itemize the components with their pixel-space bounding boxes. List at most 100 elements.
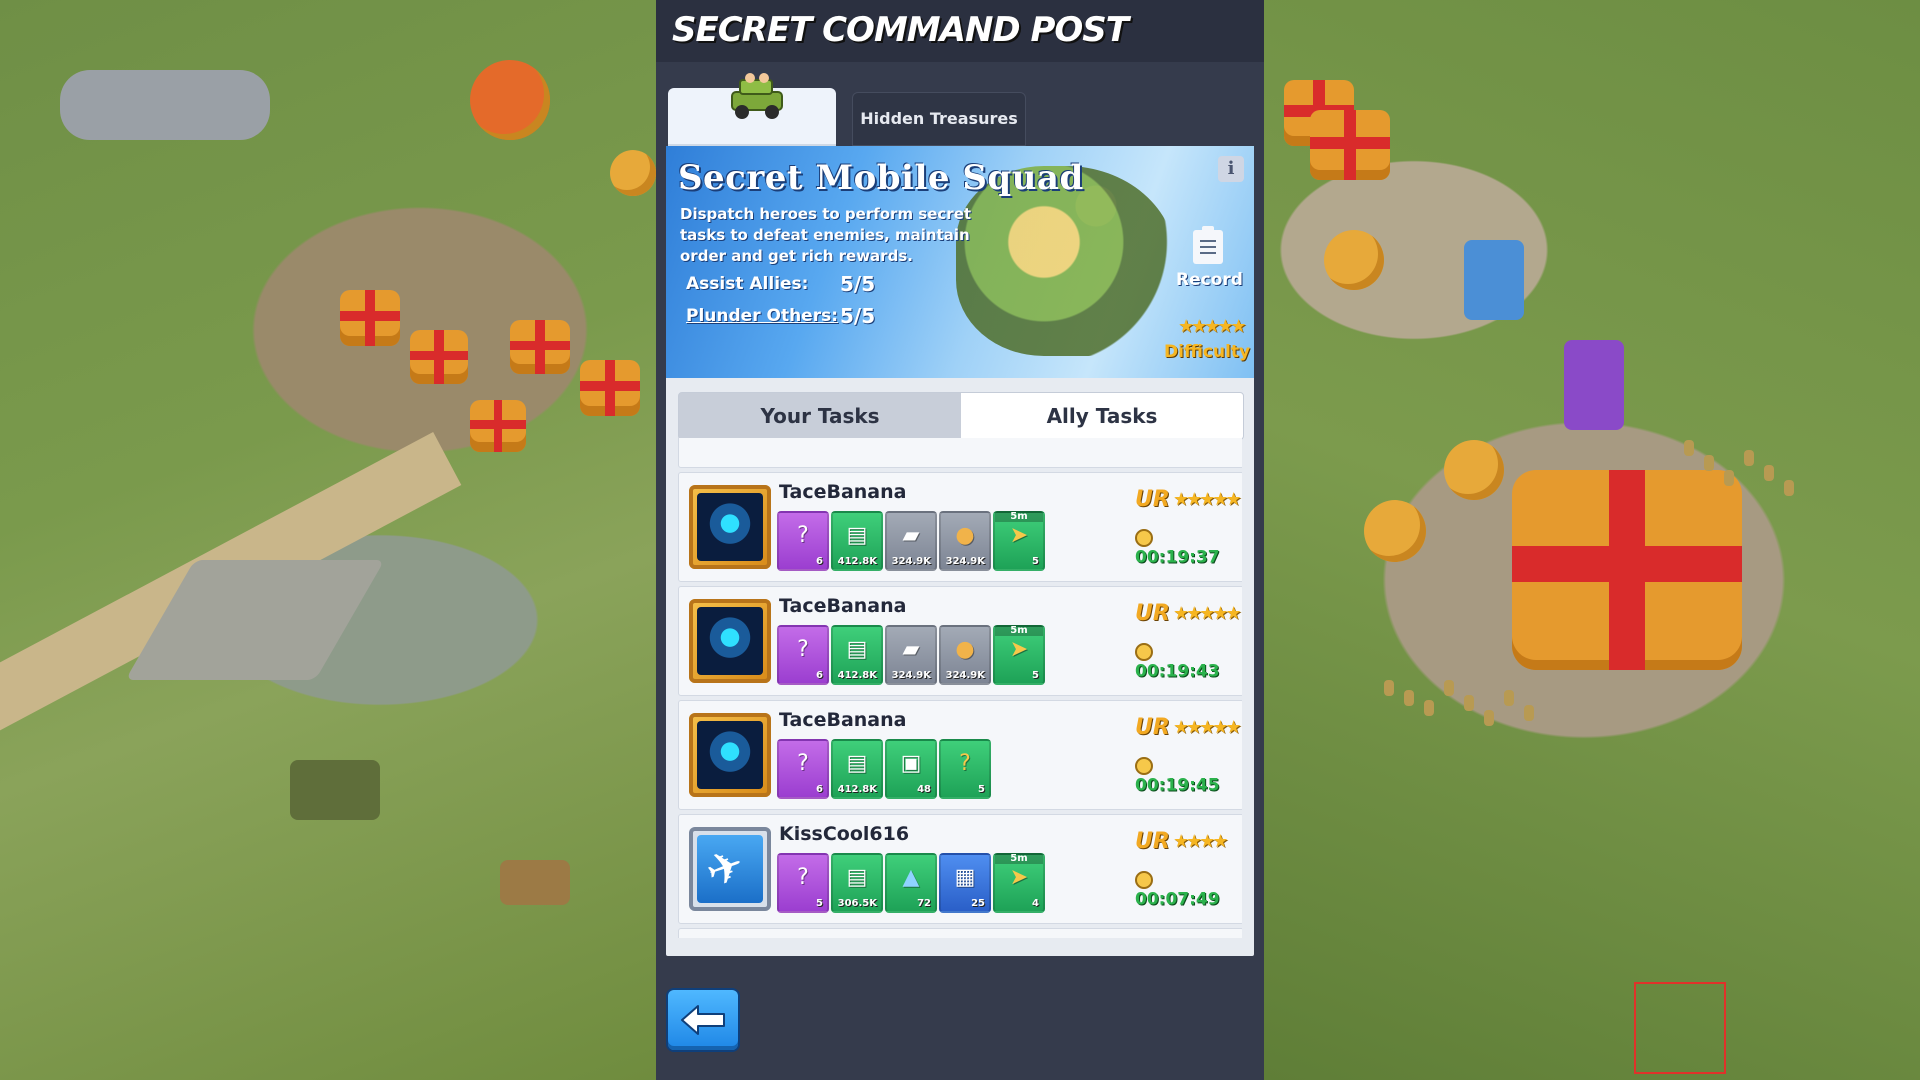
mystery-box-icon[interactable]: ? 6	[777, 625, 829, 685]
speedup-icon[interactable]: 5m ➤ 5	[993, 511, 1045, 571]
jeep-icon	[731, 73, 783, 119]
tab-hidden-treasures[interactable]: Hidden Treasures	[852, 92, 1026, 146]
info-icon[interactable]: i	[1218, 156, 1244, 182]
reward-qty: 412.8K	[837, 784, 877, 795]
task-card[interactable]: TaceBanana ? 6 ▤ 412.8K ▣ 48 ? 5 UR ★★★★★ 00…	[678, 700, 1242, 810]
reward-qty: 72	[917, 898, 931, 909]
reward-qty: 5	[978, 784, 985, 795]
difficulty-stars: ★★★★★	[1178, 316, 1247, 337]
reward-qty: 4	[1032, 898, 1039, 909]
countdown-time: 00:19:37	[1135, 547, 1220, 567]
map-selection-marker[interactable]	[1634, 982, 1726, 1074]
rank-badge: UR	[1135, 715, 1170, 740]
paper-stack-icon[interactable]: ▤ 306.5K	[831, 853, 883, 913]
clock-icon	[1135, 642, 1153, 661]
game-world-left	[0, 0, 656, 1080]
tab-secret-mobile-squad[interactable]	[668, 73, 836, 148]
reward-qty: 412.8K	[837, 556, 877, 567]
steel-ingot-icon[interactable]: ▰ 324.9K	[885, 625, 937, 685]
banner-description: Dispatch heroes to perform secret tasks …	[680, 205, 972, 265]
countdown: 00:19:37	[1135, 527, 1242, 567]
countdown-time: 00:07:49	[1135, 889, 1220, 909]
plunder-others-value: 5/5	[840, 304, 876, 328]
reward-qty: 412.8K	[837, 670, 877, 681]
bread-icon[interactable]: ● 324.9K	[939, 511, 991, 571]
reward-qty: 25	[971, 898, 985, 909]
reward-qty: 6	[816, 784, 823, 795]
steel-ingot-icon[interactable]: ▰ 324.9K	[885, 511, 937, 571]
paper-stack-icon[interactable]: ▤ 412.8K	[831, 739, 883, 799]
reward-qty: 324.9K	[945, 670, 985, 681]
difficulty-label: Difficulty	[1164, 342, 1251, 362]
reward-qty: 48	[917, 784, 931, 795]
reward-qty: 6	[816, 670, 823, 681]
speedup-duration: 5m	[995, 511, 1043, 522]
clock-icon	[1135, 528, 1153, 547]
plunder-others-label[interactable]: Plunder Others:	[686, 306, 838, 326]
player-name: TaceBanana	[779, 595, 907, 617]
rank-stars: ★★★★	[1173, 831, 1229, 852]
airplane-avatar: ✈	[689, 827, 771, 911]
gold-box-icon[interactable]: ? 5	[939, 739, 991, 799]
rank-badge: UR	[1135, 829, 1170, 854]
speedup-duration: 5m	[995, 853, 1043, 864]
hero-avatar	[689, 599, 771, 683]
rank-badge: UR	[1135, 487, 1170, 512]
clock-icon	[1135, 870, 1153, 889]
tab-ally-tasks[interactable]: Ally Tasks	[961, 393, 1243, 439]
reward-qty: 5	[816, 898, 823, 909]
record-button[interactable]: Record	[1176, 226, 1243, 302]
task-tabs: Your Tasks Ally Tasks	[678, 392, 1244, 440]
tab-hidden-treasures-label: Hidden Treasures	[860, 109, 1018, 128]
clipboard-icon	[1193, 226, 1223, 264]
reward-qty: 324.9K	[891, 670, 931, 681]
task-list[interactable]: TaceBanana ? 6 ▤ 412.8K ▰ 324.9K ● 324.9K 5m…	[678, 438, 1242, 938]
bread-icon[interactable]: ● 324.9K	[939, 625, 991, 685]
rank-stars: ★★★★★	[1173, 603, 1242, 624]
player-name: TaceBanana	[779, 709, 907, 731]
reward-qty: 324.9K	[891, 556, 931, 567]
player-name: TaceBanana	[779, 481, 907, 503]
back-arrow-icon	[681, 1005, 725, 1035]
speedup-icon[interactable]: 5m ➤ 5	[993, 625, 1045, 685]
countdown: 00:07:49	[1135, 869, 1242, 909]
airplane-icon: ✈	[699, 838, 752, 899]
assist-allies-label: Assist Allies:	[686, 274, 809, 294]
treasure-chest-icon[interactable]: ▦ 25	[939, 853, 991, 913]
paper-stack-icon[interactable]: ▤ 412.8K	[831, 511, 883, 571]
speedup-duration: 5m	[995, 625, 1043, 636]
countdown: 00:19:43	[1135, 641, 1242, 681]
mystery-box-icon[interactable]: ? 6	[777, 739, 829, 799]
squad-content: Secret Mobile Squad Dispatch heroes to p…	[666, 146, 1254, 956]
clock-icon	[1135, 756, 1153, 775]
squad-banner: Secret Mobile Squad Dispatch heroes to p…	[666, 146, 1254, 378]
record-label: Record	[1176, 270, 1243, 290]
reward-qty: 324.9K	[945, 556, 985, 567]
task-card[interactable]: ✈ KissCool616 ? 5 ▤ 306.5K ▲ 72 ▦ 25 5m ➤ 4 UR…	[678, 814, 1242, 924]
banner-title: Secret Mobile Squad	[678, 158, 1084, 198]
hero-avatar	[689, 485, 771, 569]
reward-qty: 306.5K	[837, 898, 877, 909]
reward-qty: 5	[1032, 670, 1039, 681]
page-title: SECRET COMMAND POST	[672, 10, 1129, 50]
rank-stars: ★★★★★	[1173, 717, 1242, 738]
assist-allies-value: 5/5	[840, 272, 876, 296]
paper-stack-icon[interactable]: ▤ 412.8K	[831, 625, 883, 685]
back-button[interactable]	[668, 990, 738, 1050]
task-card[interactable]: TaceBanana ? 6 ▤ 412.8K ▰ 324.9K ● 324.9K 5m…	[678, 586, 1242, 696]
reward-qty: 6	[816, 556, 823, 567]
secret-command-post-panel: SECRET COMMAND POST Hidden Treasures Sec…	[656, 0, 1264, 1080]
countdown-time: 00:19:45	[1135, 775, 1220, 795]
rank-badge: UR	[1135, 601, 1170, 626]
supply-crate-icon[interactable]: ▣ 48	[885, 739, 937, 799]
tab-your-tasks[interactable]: Your Tasks	[679, 393, 961, 439]
reward-qty: 5	[1032, 556, 1039, 567]
mystery-box-icon[interactable]: ? 5	[777, 853, 829, 913]
task-card-partial	[678, 928, 1242, 938]
game-world-right	[1264, 0, 1920, 1080]
task-card[interactable]: TaceBanana ? 6 ▤ 412.8K ▰ 324.9K ● 324.9K 5m…	[678, 472, 1242, 582]
crystal-icon[interactable]: ▲ 72	[885, 853, 937, 913]
mystery-box-icon[interactable]: ? 6	[777, 511, 829, 571]
panel-header: SECRET COMMAND POST	[656, 0, 1264, 62]
speedup-icon[interactable]: 5m ➤ 4	[993, 853, 1045, 913]
